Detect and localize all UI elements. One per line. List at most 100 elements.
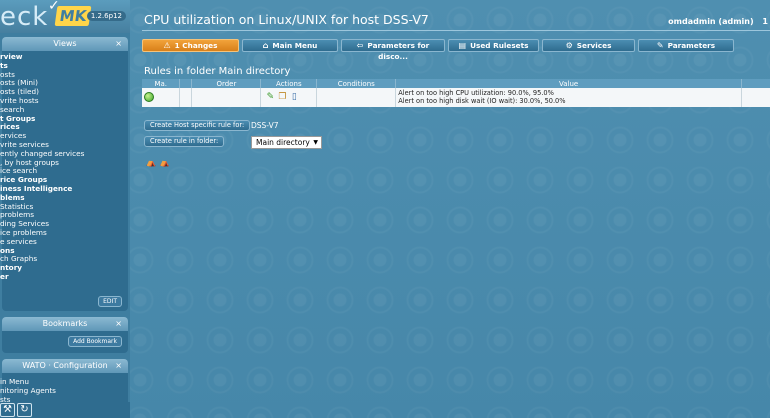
- sidebar-item[interactable]: rice Groups: [0, 176, 128, 185]
- order-cell: [191, 88, 262, 107]
- folder-select-value: Main directory: [256, 138, 310, 147]
- rules-table-header: Ma. Order Actions Conditions Value Co: [142, 79, 770, 88]
- context-button[interactable]: ⚙ Services: [542, 39, 635, 52]
- value-line: Alert on too high disk wait (IO wait): 3…: [398, 96, 566, 105]
- wato-item[interactable]: in Menu: [0, 378, 128, 387]
- user-suffix: 1: [762, 17, 768, 26]
- back-icon: ⇦: [356, 41, 364, 50]
- reload-icon[interactable]: ↻: [17, 403, 32, 417]
- col-header-actions: Actions: [260, 79, 318, 88]
- sidebar-item[interactable]: ervices: [0, 132, 128, 141]
- col-header-conditions: Conditions: [316, 79, 397, 88]
- create-folder-rule-button[interactable]: Create rule in folder:: [144, 136, 225, 147]
- main-content: CPU utilization on Linux/UNIX for host D…: [130, 0, 770, 418]
- bookmarks-snapin-title[interactable]: Bookmarks ×: [2, 317, 128, 331]
- col-header-order: Order: [191, 79, 262, 88]
- sidebar-item[interactable]: osts (Mini): [0, 79, 128, 88]
- context-button-label: Used Rulesets: [470, 41, 529, 50]
- edit-button[interactable]: EDIT: [98, 296, 122, 307]
- sidebar-item[interactable]: ice problems: [0, 229, 128, 238]
- rules-section-title: Rules in folder Main directory: [144, 66, 291, 77]
- sidebar-item[interactable]: blems: [0, 194, 128, 203]
- context-button[interactable]: ⌂ Main Menu: [242, 39, 338, 52]
- sidebar-item[interactable]: ice search: [0, 167, 128, 176]
- close-icon[interactable]: ×: [115, 317, 122, 331]
- context-button-label: Parameters for disco...: [367, 41, 430, 61]
- close-icon[interactable]: ×: [115, 359, 122, 373]
- table-row[interactable]: ✎ ❐ ▯ Alert on too high CPU utilization: 9…: [142, 88, 770, 107]
- wato-snapin-title[interactable]: WATO · Configuration ×: [2, 359, 128, 373]
- user-name: omdadmin (admin): [668, 17, 754, 26]
- wato-title: WATO · Configuration: [22, 361, 108, 370]
- views-snapin-title[interactable]: Views ×: [2, 37, 128, 51]
- col-header-spacer: [179, 79, 193, 88]
- value-cell: Alert on too high CPU utilization: 90.0%…: [395, 88, 742, 107]
- parameters-icon: ✎: [656, 41, 664, 50]
- add-bookmark-button[interactable]: Add Bookmark: [68, 336, 122, 347]
- clone-icon[interactable]: ❐: [277, 92, 287, 103]
- logo-mk: MK: [54, 6, 92, 26]
- context-button[interactable]: ▤ Used Rulesets: [448, 39, 539, 52]
- context-button[interactable]: ⇦ Parameters for disco...: [341, 39, 445, 61]
- conditions-cell: [316, 88, 397, 107]
- sidebar-item[interactable]: rices: [0, 123, 128, 132]
- wato-item[interactable]: nitoring Agents: [0, 387, 128, 396]
- spacer-cell: [179, 88, 193, 107]
- services-icon: ⚙: [565, 41, 573, 50]
- sidebar-item[interactable]: ons: [0, 247, 128, 256]
- sidebar: eck ✓ MK 1.2.6p12 Views × rview ts osts ost…: [0, 0, 130, 418]
- bookmarks-snapin: Bookmarks × Add Bookmark: [0, 317, 130, 353]
- sidebar-item[interactable]: e services: [0, 238, 128, 247]
- views-title: Views: [53, 39, 77, 48]
- create-host-rule-button[interactable]: Create Host specific rule for:: [144, 120, 251, 131]
- sidebar-item[interactable]: osts (tiled): [0, 88, 128, 97]
- sidebar-item[interactable]: ntory: [0, 264, 128, 273]
- actions-cell: ✎ ❐ ▯: [260, 88, 318, 107]
- col-header-match: Ma.: [142, 79, 181, 88]
- sidebar-item[interactable]: problems: [0, 211, 128, 220]
- sidebar-item[interactable]: Statistics: [0, 203, 128, 212]
- sidebar-item[interactable]: t Groups: [0, 115, 128, 124]
- context-button-label: Services: [576, 41, 612, 50]
- sidebar-item[interactable]: ently changed services: [0, 150, 128, 159]
- comment-cell: [741, 88, 770, 107]
- bookmarks-title: Bookmarks: [42, 319, 88, 328]
- title-divider: [142, 30, 770, 31]
- sidebar-item[interactable]: rview: [0, 53, 128, 62]
- page-title: CPU utilization on Linux/UNIX for host D…: [144, 12, 429, 27]
- host-name: DSS-V7: [251, 121, 279, 130]
- logo-text: eck: [0, 2, 49, 32]
- folder-select[interactable]: Main directory ▼: [251, 136, 322, 149]
- sidebar-item[interactable]: search: [0, 106, 128, 115]
- home-icon: ⌂: [262, 41, 269, 50]
- col-header-value: Value: [395, 79, 742, 88]
- context-button[interactable]: ⚠ 1 Changes: [142, 39, 239, 52]
- sidebar-item[interactable]: ch Graphs: [0, 255, 128, 264]
- rules-table: Ma. Order Actions Conditions Value Co ✎❐…: [142, 79, 770, 107]
- col-header-comment: Co: [741, 79, 770, 88]
- sidebar-item[interactable]: , by host groups: [0, 159, 128, 168]
- sidebar-footer: ⚒ ↻: [0, 402, 130, 418]
- sidebar-item[interactable]: ding Services: [0, 220, 128, 229]
- sidebar-item[interactable]: iness Intelligence: [0, 185, 128, 194]
- sidebar-item[interactable]: er: [0, 273, 128, 282]
- edit-icon[interactable]: ✎: [265, 92, 275, 103]
- warning-icon: ⚠: [163, 41, 171, 50]
- views-list: rview ts osts osts (Mini) osts (tiled) vrite …: [0, 51, 128, 311]
- mini-icons: ⛺ ⛺: [146, 158, 169, 167]
- sidebar-item[interactable]: osts: [0, 71, 128, 80]
- settings-icon[interactable]: ⚒: [0, 403, 15, 417]
- sidebar-header: eck ✓ MK 1.2.6p12: [0, 0, 130, 33]
- ok-status-icon: [144, 91, 154, 102]
- sidebar-item[interactable]: vrite hosts: [0, 97, 128, 106]
- folder-move-icon[interactable]: ⛺: [160, 158, 170, 167]
- close-icon[interactable]: ×: [115, 37, 122, 51]
- context-button[interactable]: ✎ Parameters: [638, 39, 734, 52]
- folder-up-icon[interactable]: ⛺: [146, 158, 156, 167]
- sidebar-item[interactable]: vrite services: [0, 141, 128, 150]
- user-label[interactable]: omdadmin (admin) 1: [668, 17, 768, 26]
- delete-icon[interactable]: ▯: [289, 92, 299, 103]
- context-button-label: Main Menu: [272, 41, 318, 50]
- context-button-label: Parameters: [667, 41, 716, 50]
- sidebar-item[interactable]: ts: [0, 62, 128, 71]
